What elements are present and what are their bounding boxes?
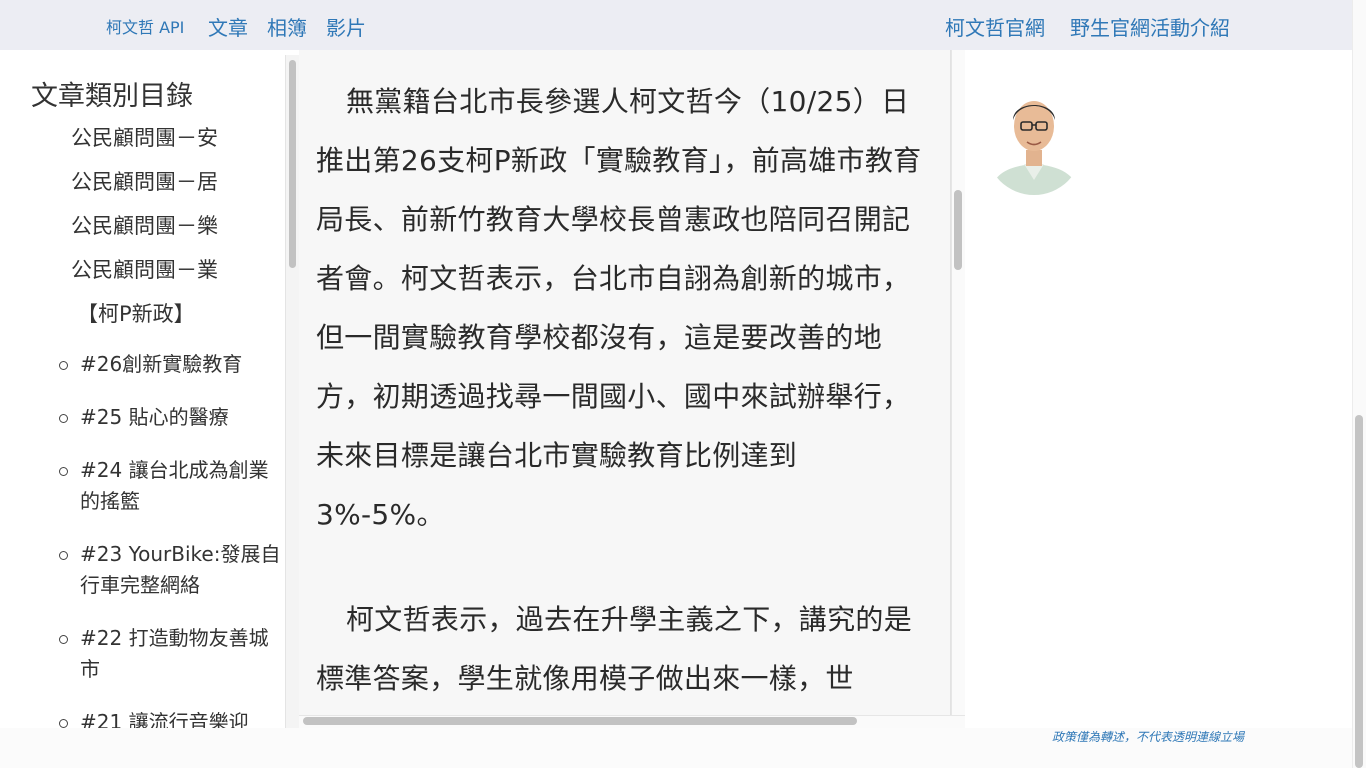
policy-link[interactable]: #23 YourBike:發展自行車完整網絡 [80,539,281,601]
bullet-icon [59,361,68,370]
bullet-icon [59,467,68,476]
policy-link[interactable]: #25 貼心的醫療 [80,402,281,433]
nav-link-wild-site[interactable]: 野生官網活動介紹 [1070,12,1230,41]
sidebar-category-an[interactable]: 公民顧問團－安 [71,122,218,152]
policy-list-item[interactable]: #25 貼心的醫療 [59,402,281,433]
nav-link-official-site[interactable]: 柯文哲官網 [945,12,1045,41]
policy-link[interactable]: #24 讓台北成為創業的搖籃 [80,455,281,517]
sidebar-category-ye[interactable]: 公民顧問團－業 [71,254,218,284]
policy-link[interactable]: #21 讓流行音樂迎 [80,707,281,728]
bullet-icon [59,635,68,644]
policy-list-item[interactable]: #22 打造動物友善城市 [59,623,281,685]
sidebar-category-le[interactable]: 公民顧問團－樂 [71,210,218,240]
article-paragraph: 柯文哲表示，過去在升學主義之下，講究的是標準答案，學生就像用模子做出來一樣，世 [316,603,913,695]
disclaimer-note: 政策僅為轉述，不代表透明連線立場 [1052,730,1245,744]
page-scrollbar-thumb[interactable] [1355,415,1363,768]
article-paragraph: 無黨籍台北市長參選人柯文哲今（10/25）日推出第26支柯P新政「實驗教育」，前… [316,85,922,531]
nav-link-albums[interactable]: 相簿 [267,12,307,41]
sidebar-category-ju[interactable]: 公民顧問團－居 [71,166,218,196]
article-horizontal-scrollbar-thumb[interactable] [303,717,857,725]
candidate-avatar [986,88,1082,195]
nav-link-videos[interactable]: 影片 [326,12,366,41]
policy-link[interactable]: #22 打造動物友善城市 [80,623,281,685]
article-vertical-scrollbar-thumb[interactable] [954,190,962,270]
policy-list-item[interactable]: #21 讓流行音樂迎 [59,707,281,728]
nav-link-articles[interactable]: 文章 [208,12,248,41]
article-vertical-scrollbar[interactable] [951,50,965,716]
sidebar-scrollbar-thumb[interactable] [289,60,296,268]
policy-list-item[interactable]: #23 YourBike:發展自行車完整網絡 [59,539,281,601]
article-body: 無黨籍台北市長參選人柯文哲今（10/25）日推出第26支柯P新政「實驗教育」，前… [299,50,951,716]
sidebar-title: 文章類別目錄 [31,81,193,112]
nav-link-api[interactable]: 柯文哲 API [106,14,184,38]
policy-link[interactable]: #26創新實驗教育 [80,349,281,380]
bullet-icon [59,719,68,728]
sidebar-category-new-policy[interactable]: 【柯P新政】 [77,298,195,328]
top-nav: 柯文哲 API 文章 相簿 影片 柯文哲官網 野生官網活動介紹 [0,0,1352,50]
policy-list-item[interactable]: #24 讓台北成為創業的搖籃 [59,455,281,517]
policy-list-item[interactable]: #26創新實驗教育 [59,349,281,380]
bullet-icon [59,414,68,423]
bullet-icon [59,551,68,560]
category-sidebar: 文章類別目錄 公民顧問團－安 公民顧問團－居 公民顧問團－樂 公民顧問團－業 【… [15,50,285,728]
